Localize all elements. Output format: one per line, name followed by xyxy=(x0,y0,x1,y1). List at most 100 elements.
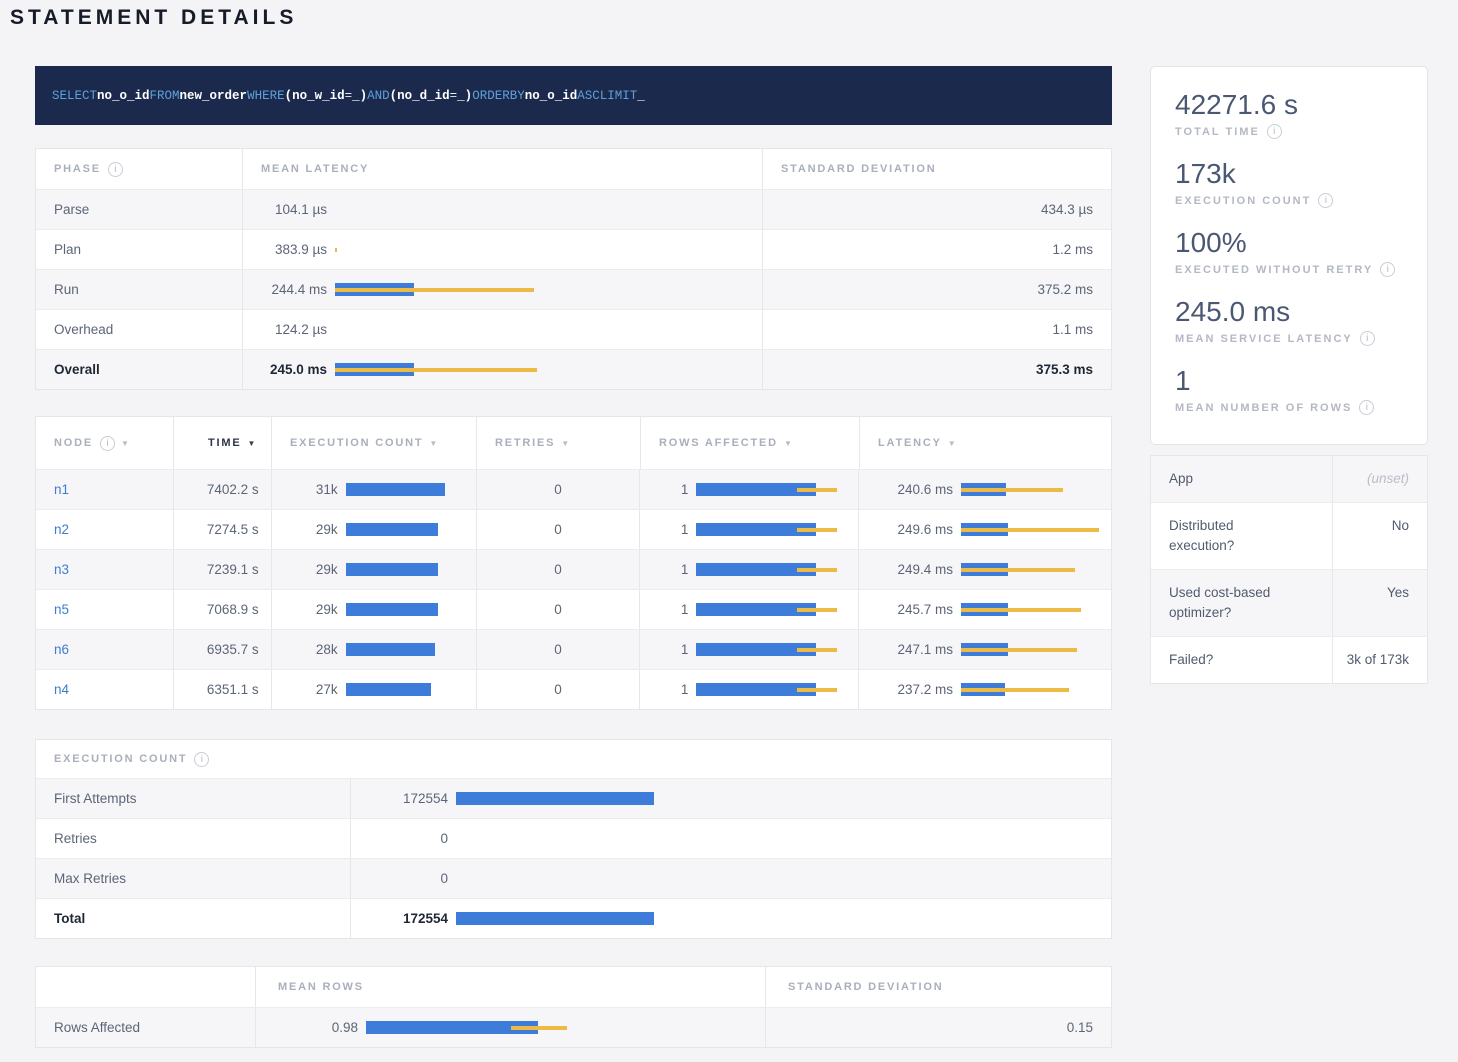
execution-bar-track xyxy=(456,912,1111,926)
details-panel: App(unset)Distributed execution?NoUsed c… xyxy=(1150,455,1428,684)
stddev-bar xyxy=(797,488,837,492)
node-rows-affected-value: 1 xyxy=(658,482,688,497)
node-rows-affected-bar-track xyxy=(696,483,851,497)
node-link[interactable]: n6 xyxy=(36,642,69,657)
info-icon[interactable]: i xyxy=(194,752,209,767)
node-rows-affected-cell: 1 xyxy=(640,470,859,509)
execution-label: Retries xyxy=(36,819,351,858)
node-rows-affected-value: 1 xyxy=(658,562,688,577)
details-value: No xyxy=(1333,503,1427,569)
execution-value: 0 xyxy=(363,831,448,846)
sql-token: _ xyxy=(637,89,645,103)
execution-value-cell: 172554 xyxy=(351,899,1111,938)
phase-header-label: PHASE xyxy=(54,163,101,175)
node-latency-value: 247.1 ms xyxy=(877,642,953,657)
details-value: (unset) xyxy=(1333,456,1427,502)
standard-deviation-header-cell[interactable]: STANDARD DEVIATION xyxy=(763,149,1111,189)
info-icon[interactable]: i xyxy=(1360,331,1375,346)
page-title: STATEMENT DETAILS xyxy=(10,6,297,30)
node-link[interactable]: n5 xyxy=(36,602,69,617)
statement-details-page: STATEMENT DETAILS SELECT no_o_id FROM ne… xyxy=(0,0,1458,1062)
rows-affected-header-cell[interactable]: ROWS AFFECTED ▼ xyxy=(641,417,860,469)
retries-header-cell[interactable]: RETRIES ▼ xyxy=(477,417,641,469)
sql-token: WHERE xyxy=(247,89,285,103)
stat-value: 245.0 ms xyxy=(1175,296,1403,328)
execution-value-cell: 172554 xyxy=(351,779,1111,818)
stat-value: 1 xyxy=(1175,365,1403,397)
node-exec-count-value: 27k xyxy=(290,682,338,697)
node-row: n66935.7 s28k01247.1 ms xyxy=(36,629,1111,669)
node-rows-affected-bar-group: 1 xyxy=(658,522,851,537)
rows-affected-table: MEAN ROWS STANDARD DEVIATION Rows Affect… xyxy=(35,966,1112,1048)
execution-count-header-cell[interactable]: EXECUTION COUNT ▼ xyxy=(272,417,477,469)
node-retries: 0 xyxy=(477,510,641,549)
node-rows-affected-value: 1 xyxy=(658,522,688,537)
node-retries: 0 xyxy=(477,470,641,509)
sort-arrow-icon[interactable]: ▼ xyxy=(429,439,437,448)
info-icon[interactable]: i xyxy=(1267,124,1282,139)
node-link[interactable]: n3 xyxy=(36,562,69,577)
phase-row: Run244.4 ms375.2 ms xyxy=(36,269,1111,309)
phase-mean-bar-track xyxy=(335,243,575,257)
node-latency-bar-group: 249.6 ms xyxy=(877,522,1111,537)
sort-arrow-icon[interactable]: ▼ xyxy=(561,439,569,448)
mean-bar xyxy=(456,792,654,805)
node-header-cell[interactable]: NODE i ▼ xyxy=(36,417,174,469)
node-link[interactable]: n4 xyxy=(36,682,69,697)
sql-token: _) xyxy=(457,89,472,103)
sql-token: ASC xyxy=(577,89,600,103)
node-retries: 0 xyxy=(477,670,641,709)
summary-card: 42271.6 s TOTAL TIMEi 173k EXECUTION COU… xyxy=(1150,66,1428,445)
info-icon[interactable]: i xyxy=(100,436,115,451)
phase-row: Parse104.1 µs434.3 µs xyxy=(36,189,1111,229)
mean-rows-header-cell[interactable]: MEAN ROWS xyxy=(256,967,766,1007)
sort-arrow-icon[interactable]: ▼ xyxy=(784,439,792,448)
node-exec-count-bar-group: 31k xyxy=(290,482,480,497)
mean-bar xyxy=(346,603,438,616)
phase-stddev: 434.3 µs xyxy=(763,190,1111,229)
standard-deviation-header-cell[interactable]: STANDARD DEVIATION xyxy=(766,967,1111,1007)
node-row: n57068.9 s29k01245.7 ms xyxy=(36,589,1111,629)
sql-token: AND xyxy=(367,89,390,103)
sql-token: = xyxy=(345,89,353,103)
execution-row: Retries 0 xyxy=(36,818,1111,858)
execution-label: First Attempts xyxy=(36,779,351,818)
info-icon[interactable]: i xyxy=(1359,400,1374,415)
node-rows-affected-cell: 1 xyxy=(640,510,859,549)
mean-latency-header-cell[interactable]: MEAN LATENCY xyxy=(243,149,763,189)
info-icon[interactable]: i xyxy=(1318,193,1333,208)
node-rows-affected-bar-track xyxy=(696,563,851,577)
sql-token: new_order xyxy=(180,89,248,103)
node-exec-count-value: 29k xyxy=(290,562,338,577)
node-exec-count-value: 29k xyxy=(290,522,338,537)
node-exec-count-cell: 27k xyxy=(272,670,477,709)
stddev-bar xyxy=(797,688,837,692)
node-link[interactable]: n2 xyxy=(36,522,69,537)
phase-header-cell[interactable]: PHASE i xyxy=(36,149,243,189)
node-link[interactable]: n1 xyxy=(36,482,69,497)
node-rows-affected-cell: 1 xyxy=(640,550,859,589)
stddev-bar xyxy=(961,688,1069,692)
details-label: App xyxy=(1151,456,1333,502)
info-icon[interactable]: i xyxy=(108,162,123,177)
sort-arrow-icon[interactable]: ▼ xyxy=(948,439,956,448)
execution-row: Total172554 xyxy=(36,898,1111,938)
phase-mean-bar-group: 124.2 µs xyxy=(243,322,575,337)
details-row: App(unset) xyxy=(1151,456,1427,502)
node-latency-cell: 240.6 ms xyxy=(859,470,1111,509)
info-icon[interactable]: i xyxy=(1380,262,1395,277)
mean-latency-header-label: MEAN LATENCY xyxy=(261,163,369,175)
time-header-cell[interactable]: TIME ▼ xyxy=(174,417,272,469)
node-row: n1 7402.2 s 31k0 1 240.6 ms xyxy=(36,469,1111,509)
node-time: 7402.2 s xyxy=(174,470,272,509)
execution-value: 0 xyxy=(363,871,448,886)
phase-row: Overhead124.2 µs1.1 ms xyxy=(36,309,1111,349)
phase-mean-bar-track xyxy=(335,363,575,377)
latency-header-cell[interactable]: LATENCY ▼ xyxy=(860,417,1111,469)
sort-arrow-icon[interactable]: ▼ xyxy=(121,439,129,448)
execution-bar-group: 0 xyxy=(357,871,1111,886)
sql-token: ORDER xyxy=(472,89,510,103)
stat-execution-count: 173k EXECUTION COUNTi xyxy=(1175,158,1403,208)
sort-arrow-icon[interactable]: ▼ xyxy=(247,439,255,448)
phase-mean-bar-track xyxy=(335,203,575,217)
